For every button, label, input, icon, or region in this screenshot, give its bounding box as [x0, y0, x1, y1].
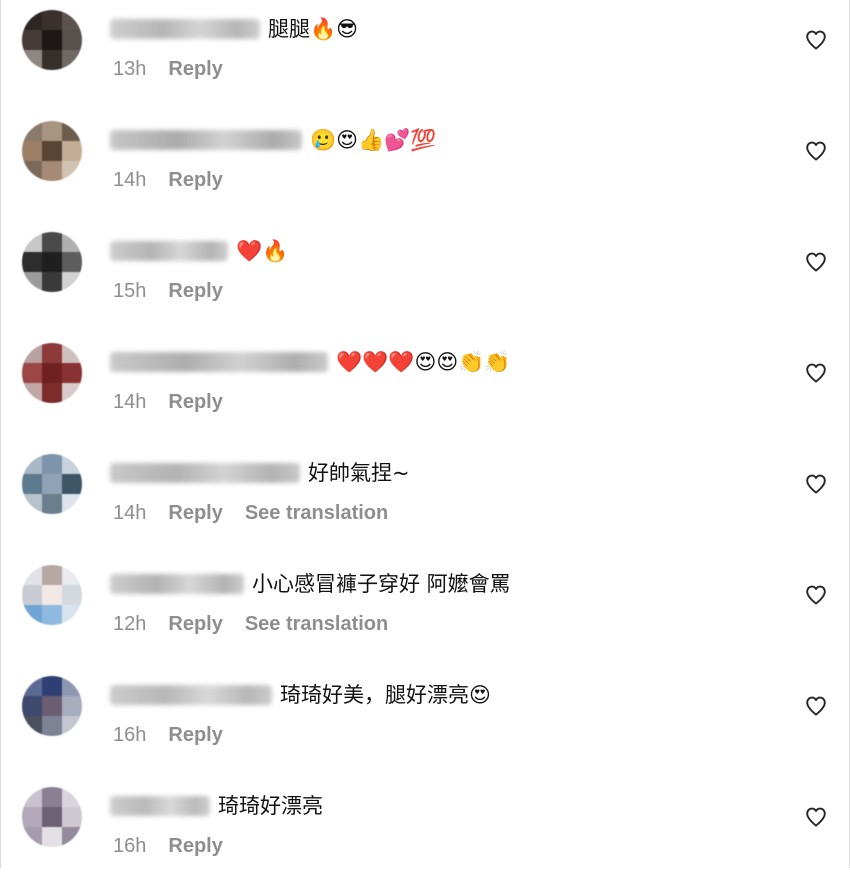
comment-meta: 16h Reply — [113, 724, 245, 747]
see-translation-button[interactable]: See translation — [245, 502, 388, 525]
comment-body: 腿腿🔥😎 — [110, 12, 358, 46]
reply-button[interactable]: Reply — [168, 502, 222, 525]
comment-body: 琦琦好漂亮 — [110, 789, 323, 823]
username-redacted[interactable] — [110, 352, 328, 372]
comment-body: 🥲😍👍💕💯 — [110, 123, 436, 157]
comment-timestamp[interactable]: 14h — [113, 391, 146, 414]
avatar[interactable] — [22, 232, 82, 292]
reply-button[interactable]: Reply — [168, 835, 222, 858]
reply-button[interactable]: Reply — [168, 280, 222, 303]
comment-meta: 14h Reply — [113, 391, 245, 414]
comment-timestamp[interactable]: 13h — [113, 58, 146, 81]
username-redacted[interactable] — [110, 19, 260, 39]
avatar[interactable] — [22, 343, 82, 403]
comment-timestamp[interactable]: 15h — [113, 280, 146, 303]
comment-timestamp[interactable]: 16h — [113, 724, 146, 747]
comment-item: 小心感冒褲子穿好 阿嬤會罵 12h Reply See translation — [0, 555, 850, 666]
reply-button[interactable]: Reply — [168, 724, 222, 747]
reply-button[interactable]: Reply — [168, 58, 222, 81]
heart-outline-icon — [806, 807, 826, 827]
comment-timestamp[interactable]: 16h — [113, 835, 146, 858]
comment-meta: 15h Reply — [113, 280, 245, 303]
like-button[interactable] — [804, 28, 828, 52]
see-translation-button[interactable]: See translation — [245, 613, 388, 636]
like-button[interactable] — [804, 361, 828, 385]
like-button[interactable] — [804, 805, 828, 829]
like-button[interactable] — [804, 694, 828, 718]
comment-text: ❤️🔥 — [236, 239, 289, 263]
username-redacted[interactable] — [110, 685, 272, 705]
username-redacted[interactable] — [110, 574, 244, 594]
comment-timestamp[interactable]: 14h — [113, 502, 146, 525]
heart-outline-icon — [806, 585, 826, 605]
comment-text: 琦琦好漂亮 — [218, 794, 323, 818]
username-redacted[interactable] — [110, 796, 210, 816]
comment-text: 腿腿🔥😎 — [268, 17, 359, 41]
comment-item: 好帥氣捏~ 14h Reply See translation — [0, 444, 850, 555]
comment-text: 琦琦好美，腿好漂亮😍 — [280, 683, 491, 707]
comment-meta: 13h Reply — [113, 58, 245, 81]
avatar[interactable] — [22, 121, 82, 181]
like-button[interactable] — [804, 250, 828, 274]
comment-text: 小心感冒褲子穿好 阿嬤會罵 — [252, 572, 511, 596]
comment-timestamp[interactable]: 12h — [113, 613, 146, 636]
comment-text: 好帥氣捏~ — [308, 461, 410, 485]
comment-meta: 14h Reply — [113, 169, 245, 192]
comment-meta: 14h Reply See translation — [113, 502, 388, 525]
comment-item: 琦琦好漂亮 16h Reply — [0, 777, 850, 888]
heart-outline-icon — [806, 474, 826, 494]
heart-outline-icon — [806, 30, 826, 50]
reply-button[interactable]: Reply — [168, 613, 222, 636]
comment-body: ❤️❤️❤️😍😍👏👏 — [110, 345, 511, 379]
avatar[interactable] — [22, 10, 82, 70]
comment-timestamp[interactable]: 14h — [113, 169, 146, 192]
comment-meta: 12h Reply See translation — [113, 613, 388, 636]
heart-outline-icon — [806, 363, 826, 383]
avatar[interactable] — [22, 565, 82, 625]
comment-item: ❤️❤️❤️😍😍👏👏 14h Reply — [0, 333, 850, 444]
comment-item: ❤️🔥 15h Reply — [0, 222, 850, 333]
comment-body: 琦琦好美，腿好漂亮😍 — [110, 678, 491, 712]
username-redacted[interactable] — [110, 463, 300, 483]
comment-item: 🥲😍👍💕💯 14h Reply — [0, 111, 850, 222]
comment-item: 腿腿🔥😎 13h Reply — [0, 0, 850, 111]
avatar[interactable] — [22, 454, 82, 514]
comment-text: 🥲😍👍💕💯 — [310, 128, 437, 152]
username-redacted[interactable] — [110, 241, 228, 261]
like-button[interactable] — [804, 583, 828, 607]
comment-body: 好帥氣捏~ — [110, 456, 410, 490]
comment-meta: 16h Reply — [113, 835, 245, 858]
comment-body: ❤️🔥 — [110, 234, 288, 268]
avatar[interactable] — [22, 676, 82, 736]
username-redacted[interactable] — [110, 130, 302, 150]
avatar[interactable] — [22, 787, 82, 847]
comment-item: 琦琦好美，腿好漂亮😍 16h Reply — [0, 666, 850, 777]
like-button[interactable] — [804, 139, 828, 163]
heart-outline-icon — [806, 141, 826, 161]
comment-body: 小心感冒褲子穿好 阿嬤會罵 — [110, 567, 511, 601]
heart-outline-icon — [806, 252, 826, 272]
comment-text: ❤️❤️❤️😍😍👏👏 — [336, 350, 511, 374]
heart-outline-icon — [806, 696, 826, 716]
reply-button[interactable]: Reply — [168, 391, 222, 414]
reply-button[interactable]: Reply — [168, 169, 222, 192]
like-button[interactable] — [804, 472, 828, 496]
